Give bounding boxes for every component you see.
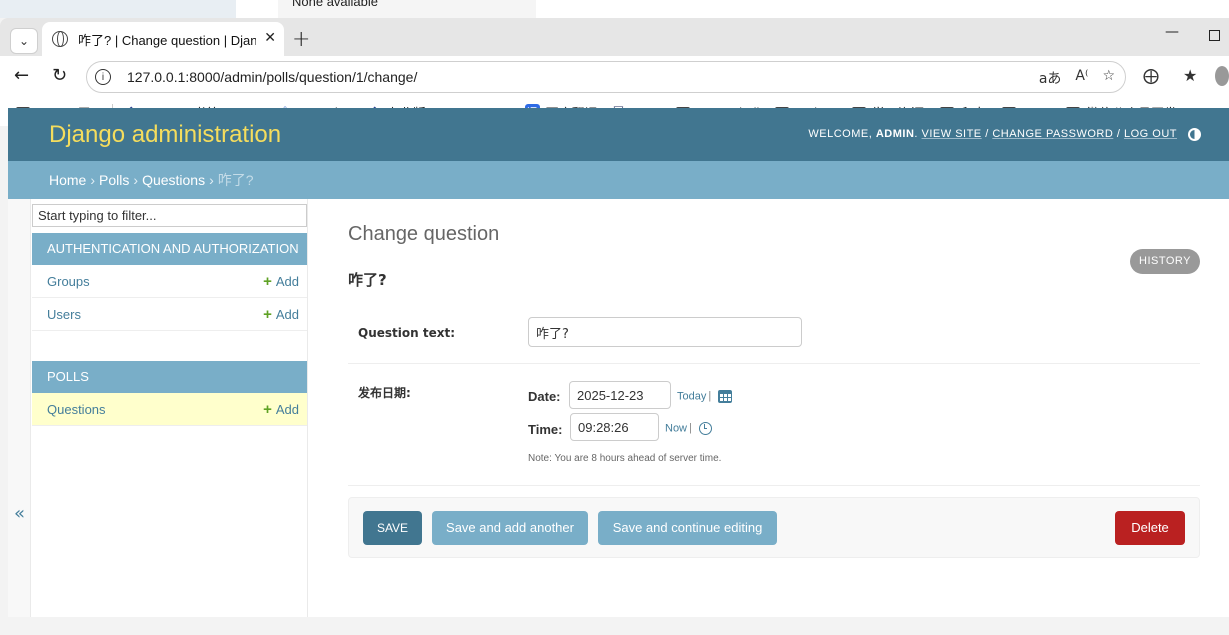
admin-page: Django administration WELCOME, ADMIN. VI…: [8, 108, 1229, 617]
close-icon[interactable]: ✕: [264, 30, 276, 46]
reload-button[interactable]: ↻: [52, 65, 67, 86]
sidebar-toggle[interactable]: «: [8, 199, 31, 617]
url-text[interactable]: 127.0.0.1:8000/admin/polls/question/1/ch…: [127, 69, 417, 85]
plus-icon: +: [263, 306, 272, 323]
timezone-note: Note: You are 8 hours ahead of server ti…: [528, 453, 722, 464]
time-shortcuts: Now |: [665, 422, 712, 435]
background-text: None available: [292, 0, 379, 9]
module-caption-auth[interactable]: AUTHENTICATION AND AUTHORIZATION: [32, 233, 307, 265]
back-button[interactable]: ←: [14, 65, 29, 86]
model-link-users[interactable]: Users: [47, 307, 81, 322]
tab-actions-button[interactable]: ⌄: [10, 28, 38, 54]
info-icon[interactable]: i: [95, 69, 111, 85]
sidebar-item-groups: Groups + Add: [32, 265, 307, 298]
view-site-link[interactable]: VIEW SITE: [922, 128, 982, 140]
pub-date-label: 发布日期:: [358, 386, 411, 400]
form-row-question-text: Question text:: [348, 303, 1200, 364]
add-groups-link[interactable]: + Add: [263, 265, 299, 298]
delete-button[interactable]: Delete: [1115, 511, 1185, 545]
today-link[interactable]: Today: [677, 390, 706, 402]
form-row-pub-date: 发布日期: Date: Today| Time: Now| Note: You …: [348, 364, 1200, 486]
model-link-questions[interactable]: Questions: [47, 402, 106, 417]
breadcrumb-separator: ›: [209, 172, 214, 188]
address-bar-icons: aあ A⁽ ☆: [1039, 68, 1115, 88]
breadcrumb-current: 咋了?: [217, 172, 254, 188]
chevron-down-icon: ⌄: [18, 34, 30, 48]
breadcrumb: Home › Polls › Questions › 咋了?: [8, 161, 1229, 199]
save-and-continue-button[interactable]: Save and continue editing: [598, 511, 777, 545]
collapse-icon: «: [14, 503, 26, 524]
object-title: 咋了?: [348, 271, 387, 289]
favorite-star-icon[interactable]: ☆: [1102, 68, 1115, 88]
page-title: Change question: [348, 223, 500, 245]
admin-header: Django administration WELCOME, ADMIN. VI…: [8, 108, 1229, 161]
breadcrumb-separator: ›: [90, 172, 96, 188]
time-label: Time:: [528, 422, 563, 437]
add-questions-link[interactable]: + Add: [263, 393, 299, 426]
tab-title: 咋了? | Change question | Django: [78, 32, 256, 48]
now-link[interactable]: Now: [665, 422, 687, 434]
calendar-icon[interactable]: [718, 390, 733, 403]
question-text-label: Question text:: [358, 326, 455, 340]
save-and-add-another-button[interactable]: Save and add another: [432, 511, 588, 545]
address-bar[interactable]: i 127.0.0.1:8000/admin/polls/question/1/…: [86, 61, 1126, 93]
date-label: Date:: [528, 389, 561, 404]
add-users-link[interactable]: + Add: [263, 298, 299, 331]
new-tab-button[interactable]: +: [292, 27, 310, 52]
change-password-link[interactable]: CHANGE PASSWORD: [992, 128, 1113, 140]
username: ADMIN: [875, 128, 915, 140]
user-tools: WELCOME, ADMIN. VIEW SITE / CHANGE PASSW…: [808, 128, 1177, 140]
main-content: Change question HISTORY 咋了? Question tex…: [348, 199, 1200, 617]
model-link-groups[interactable]: Groups: [47, 274, 90, 289]
nav-sidebar: AUTHENTICATION AND AUTHORIZATION Groups …: [31, 199, 308, 617]
browser-toolbar: ← ↻ i 127.0.0.1:8000/admin/polls/questio…: [0, 56, 1229, 98]
breadcrumb-separator: ›: [133, 172, 139, 188]
date-shortcuts: Today |: [677, 390, 733, 403]
breadcrumb-home[interactable]: Home: [49, 172, 86, 188]
sidebar-item-questions: Questions + Add: [32, 393, 307, 426]
breadcrumb-questions[interactable]: Questions: [142, 172, 205, 188]
time-input[interactable]: [570, 413, 659, 441]
history-button[interactable]: HISTORY: [1130, 249, 1200, 274]
read-aloud-icon[interactable]: A⁽: [1075, 68, 1088, 88]
submit-row: SAVE Save and add another Save and conti…: [348, 497, 1200, 558]
sidebar-filter-input[interactable]: [32, 204, 307, 227]
clock-icon[interactable]: [698, 422, 712, 435]
sidebar-item-users: Users + Add: [32, 298, 307, 331]
background-window: None available: [0, 0, 1229, 18]
background-panel: [0, 0, 236, 18]
shortcut-separator: |: [689, 422, 692, 435]
tab-bar: ⌄ 咋了? | Change question | Django ✕ + —: [0, 18, 1229, 56]
globe-icon: [52, 31, 68, 47]
breadcrumb-polls[interactable]: Polls: [99, 172, 129, 188]
site-brand[interactable]: Django administration: [49, 121, 281, 149]
minimize-button[interactable]: —: [1165, 24, 1179, 40]
plus-icon: +: [263, 401, 272, 418]
module-caption-polls[interactable]: POLLS: [32, 361, 307, 393]
translate-icon[interactable]: aあ: [1039, 68, 1062, 88]
log-out-link[interactable]: LOG OUT: [1124, 128, 1177, 140]
date-input[interactable]: [569, 381, 671, 409]
active-tab[interactable]: 咋了? | Change question | Django ✕: [42, 22, 284, 56]
question-text-input[interactable]: [528, 317, 802, 347]
extensions-icon[interactable]: ⨁: [1143, 66, 1159, 85]
save-button[interactable]: SAVE: [363, 511, 422, 545]
shortcut-separator: |: [708, 390, 712, 403]
favorites-icon[interactable]: ★: [1183, 66, 1197, 85]
maximize-button[interactable]: [1209, 30, 1220, 41]
theme-toggle-icon[interactable]: [1188, 128, 1201, 141]
profile-avatar[interactable]: [1215, 66, 1229, 86]
welcome-text: WELCOME,: [808, 128, 876, 140]
plus-icon: +: [263, 273, 272, 290]
